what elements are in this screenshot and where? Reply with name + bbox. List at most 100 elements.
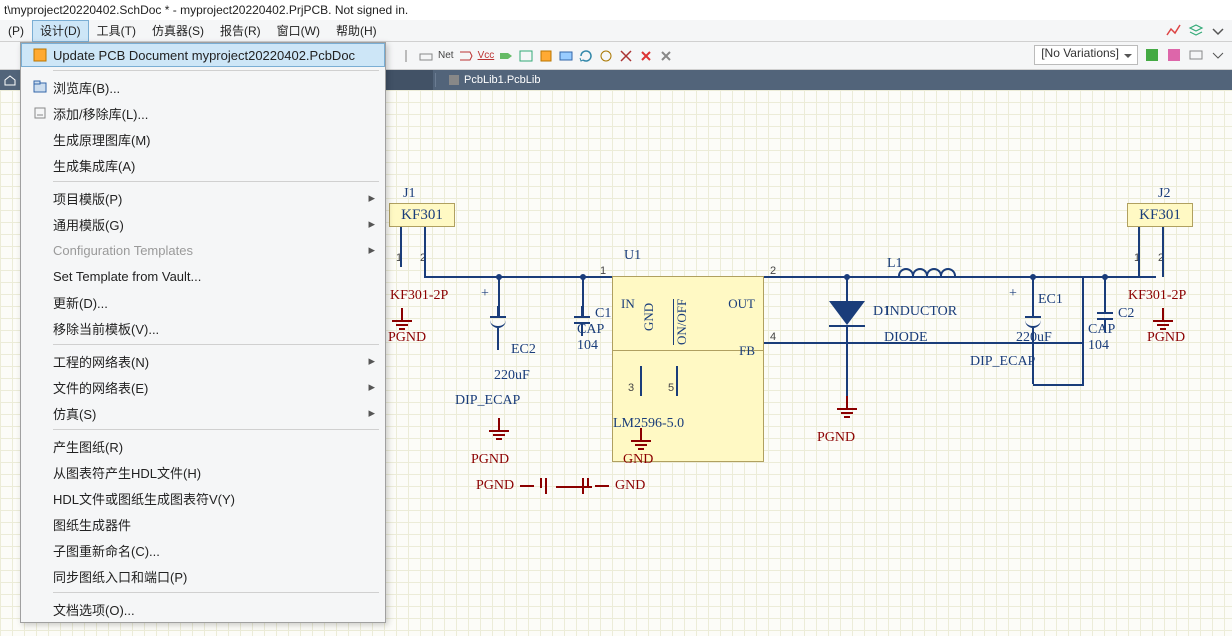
u1-pin2: 2 <box>770 265 776 277</box>
menu-item-12[interactable]: 移除当前模板(V)... <box>21 315 385 341</box>
menu-item-15[interactable]: 文件的网络表(E)▸ <box>21 374 385 400</box>
menu-item-16[interactable]: 仿真(S)▸ <box>21 400 385 426</box>
harness-icon[interactable] <box>558 48 574 64</box>
chart-icon[interactable] <box>1166 23 1182 39</box>
menu-design[interactable]: 设计(D) <box>32 20 89 42</box>
dropdown-icon[interactable] <box>1210 23 1226 39</box>
menu-item-label: 同步图纸入口和端口(P) <box>53 567 375 586</box>
layers-icon[interactable] <box>1188 23 1204 39</box>
rail-link <box>556 486 592 488</box>
tool-pink-icon[interactable] <box>1166 47 1182 63</box>
menu-item-label: 子图重新命名(C)... <box>53 541 375 560</box>
menu-item-label: 从图表符产生HDL文件(H) <box>53 463 375 482</box>
menu-item-19[interactable]: 从图表符产生HDL文件(H) <box>21 459 385 485</box>
c2-val: CAP <box>1088 322 1115 338</box>
menu-item-label: 生成集成库(A) <box>53 156 375 175</box>
w-ec1-bot <box>1033 384 1083 386</box>
variation-select[interactable]: [No Variations] <box>1034 45 1138 65</box>
menu-item-0[interactable]: Update PCB Document myproject20220402.Pc… <box>21 43 385 67</box>
vcc-label: Vcc <box>478 50 495 61</box>
submenu-arrow-icon: ▸ <box>368 216 375 232</box>
c2-ref: C2 <box>1118 306 1134 322</box>
ec2-fp: DIP_ECAP <box>455 393 520 409</box>
menu-item-label: 图纸生成器件 <box>53 515 375 534</box>
sheet-entry-icon[interactable] <box>518 48 534 64</box>
w-j1-down <box>424 266 426 276</box>
pgnd-rail: PGND <box>476 478 547 494</box>
menu-item-21[interactable]: 图纸生成器件 <box>21 511 385 537</box>
menu-item-20[interactable]: HDL文件或图纸生成图表符V(Y) <box>21 485 385 511</box>
port-icon[interactable] <box>498 48 514 64</box>
ec1-ref: EC1 <box>1038 292 1063 308</box>
u1-gnd-lead <box>640 366 642 396</box>
close-icon[interactable] <box>658 48 674 64</box>
menu-separator <box>53 70 379 71</box>
refresh-icon[interactable] <box>578 48 594 64</box>
menu-separator <box>53 592 379 593</box>
menu-item-label: Set Template from Vault... <box>53 269 375 284</box>
menu-item-18[interactable]: 产生图纸(R) <box>21 433 385 459</box>
menu-window[interactable]: 窗口(W) <box>269 20 328 42</box>
menu-item-23[interactable]: 同步图纸入口和端口(P) <box>21 563 385 589</box>
c1-ref: C1 <box>595 306 611 322</box>
menu-item-8[interactable]: 通用模版(G) ▸ <box>21 211 385 237</box>
menu-separator <box>53 429 379 430</box>
menu-help[interactable]: 帮助(H) <box>328 20 385 42</box>
tool-a-icon[interactable] <box>598 48 614 64</box>
ec1-plus: + <box>1009 286 1017 302</box>
j2-footprint: KF301-2P <box>1128 288 1186 304</box>
menu-report[interactable]: 报告(R) <box>212 20 269 42</box>
menu-item-10[interactable]: Set Template from Vault... <box>21 263 385 289</box>
menu-item-11[interactable]: 更新(D)... <box>21 289 385 315</box>
tool-b-icon[interactable] <box>618 48 634 64</box>
menu-item-4[interactable]: 生成原理图库(M) <box>21 126 385 152</box>
ec2-net: PGND <box>471 452 509 468</box>
ec2-gnd <box>489 428 509 444</box>
delete-icon[interactable] <box>638 48 654 64</box>
w-d1-down <box>846 327 848 397</box>
tab-pcblib[interactable]: PcbLib1.PcbLib <box>438 70 550 90</box>
component-icon[interactable] <box>538 48 554 64</box>
menu-item-25[interactable]: 文档选项(O)... <box>21 596 385 622</box>
submenu-arrow-icon: ▸ <box>368 190 375 206</box>
d1-net: PGND <box>817 430 855 446</box>
dropdown2-icon[interactable] <box>1210 47 1226 63</box>
menu-item-22[interactable]: 子图重新命名(C)... <box>21 537 385 563</box>
menu-overflow-left[interactable]: (P) <box>0 20 32 42</box>
menu-item-5[interactable]: 生成集成库(A) <box>21 152 385 178</box>
tool-green-icon[interactable] <box>1144 47 1160 63</box>
menu-item-label: 更新(D)... <box>53 293 375 312</box>
u1-onoff-lead <box>676 366 678 396</box>
junction-ec2 <box>496 274 502 280</box>
menu-item-3[interactable]: 添加/移除库(L)... <box>21 100 385 126</box>
menubar-right-tools <box>1166 23 1232 39</box>
j1-lead2 <box>424 227 426 267</box>
j2-lead1 <box>1138 227 1140 277</box>
add-remove-lib-icon <box>27 106 53 120</box>
menu-simulator[interactable]: 仿真器(S) <box>144 20 212 42</box>
home-tab[interactable] <box>0 70 20 90</box>
bus-icon[interactable] <box>458 48 474 64</box>
net-icon[interactable] <box>418 48 434 64</box>
menu-item-label: 添加/移除库(L)... <box>53 104 375 123</box>
tool-c-icon[interactable] <box>1188 47 1204 63</box>
u1-pin4: 4 <box>770 331 776 343</box>
menu-item-14[interactable]: 工程的网络表(N)▸ <box>21 348 385 374</box>
u1-gnd-net: GND <box>623 452 653 468</box>
j2-body: KF301 <box>1127 203 1193 227</box>
w-j2-conn-dummy <box>1120 276 1138 278</box>
j2-ref: J2 <box>1158 186 1170 202</box>
menu-item-label: 通用模版(G) <box>53 215 362 234</box>
j1-lead1 <box>400 227 402 267</box>
menu-tools[interactable]: 工具(T) <box>89 20 144 42</box>
menu-item-2[interactable]: 浏览库(B)... <box>21 74 385 100</box>
c1-val: CAP <box>577 322 604 338</box>
w-d1-tap <box>846 276 848 301</box>
submenu-arrow-icon: ▸ <box>368 242 375 258</box>
menu-item-7[interactable]: 项目模版(P)▸ <box>21 185 385 211</box>
j1-body: KF301 <box>389 203 455 227</box>
home-icon <box>4 74 16 86</box>
ec2-plus: + <box>481 286 489 302</box>
ec2-ref: EC2 <box>511 342 536 358</box>
menu-item-label: HDL文件或图纸生成图表符V(Y) <box>53 489 375 508</box>
